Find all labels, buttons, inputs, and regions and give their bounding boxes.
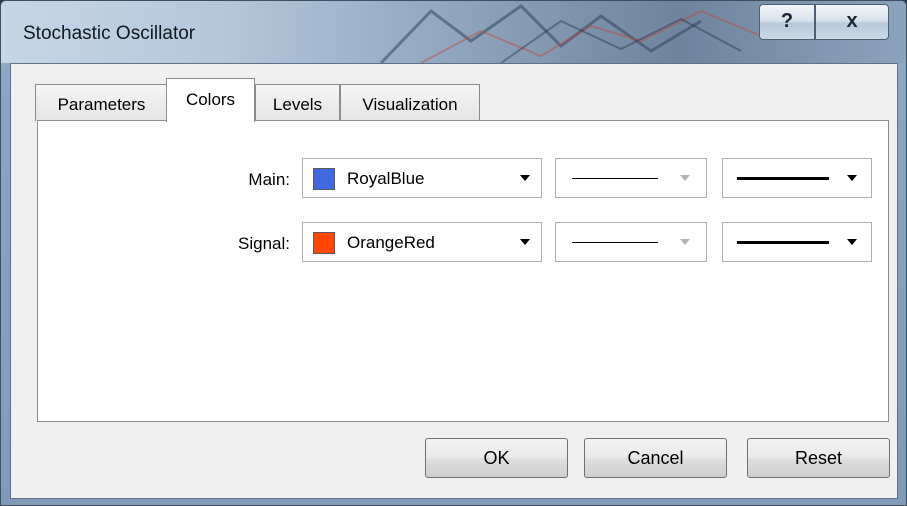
- tab-label: Visualization: [362, 95, 458, 114]
- chevron-down-icon: [847, 175, 857, 181]
- title-bar[interactable]: Stochastic Oscillator ? x: [1, 1, 906, 63]
- signal-line-width-select[interactable]: [722, 222, 872, 262]
- main-color-name: RoyalBlue: [347, 169, 425, 188]
- chevron-down-icon: [520, 175, 530, 181]
- main-line-style-select: [555, 158, 707, 198]
- chevron-down-icon: [847, 239, 857, 245]
- help-button[interactable]: ?: [759, 4, 815, 40]
- dialog-window: Stochastic Oscillator ? x Parameters Col…: [0, 0, 907, 506]
- window-title: Stochastic Oscillator: [23, 23, 196, 44]
- line-width-thick-icon: [737, 241, 829, 244]
- colors-tab-panel: Main: RoyalBlue Signal: OrangeRed: [37, 120, 889, 422]
- main-color-swatch: [313, 168, 335, 190]
- tab-visualization[interactable]: Visualization: [340, 84, 480, 121]
- signal-line-style-select: [555, 222, 707, 262]
- tab-label: Colors: [185, 90, 236, 109]
- line-style-solid-icon: [572, 178, 658, 179]
- line-width-thick-icon: [737, 177, 829, 180]
- main-color-select[interactable]: RoyalBlue: [302, 158, 542, 198]
- tab-colors[interactable]: Colors: [166, 78, 255, 122]
- ok-button[interactable]: OK: [425, 438, 568, 478]
- cancel-button[interactable]: Cancel: [584, 438, 727, 478]
- signal-color-swatch: [313, 232, 335, 254]
- close-button[interactable]: x: [815, 4, 889, 40]
- reset-button[interactable]: Reset: [747, 438, 890, 478]
- main-line-width-select[interactable]: [722, 158, 872, 198]
- main-label: Main:: [248, 170, 290, 189]
- signal-label: Signal:: [238, 234, 290, 253]
- chevron-down-icon: [680, 175, 690, 181]
- tab-levels[interactable]: Levels: [255, 84, 340, 121]
- tab-label: Parameters: [57, 95, 146, 114]
- signal-color-name: OrangeRed: [347, 233, 435, 252]
- tab-label: Levels: [272, 95, 323, 114]
- tab-parameters[interactable]: Parameters: [35, 84, 168, 121]
- chevron-down-icon: [520, 239, 530, 245]
- line-style-solid-icon: [572, 242, 658, 243]
- signal-color-select[interactable]: OrangeRed: [302, 222, 542, 262]
- chevron-down-icon: [680, 239, 690, 245]
